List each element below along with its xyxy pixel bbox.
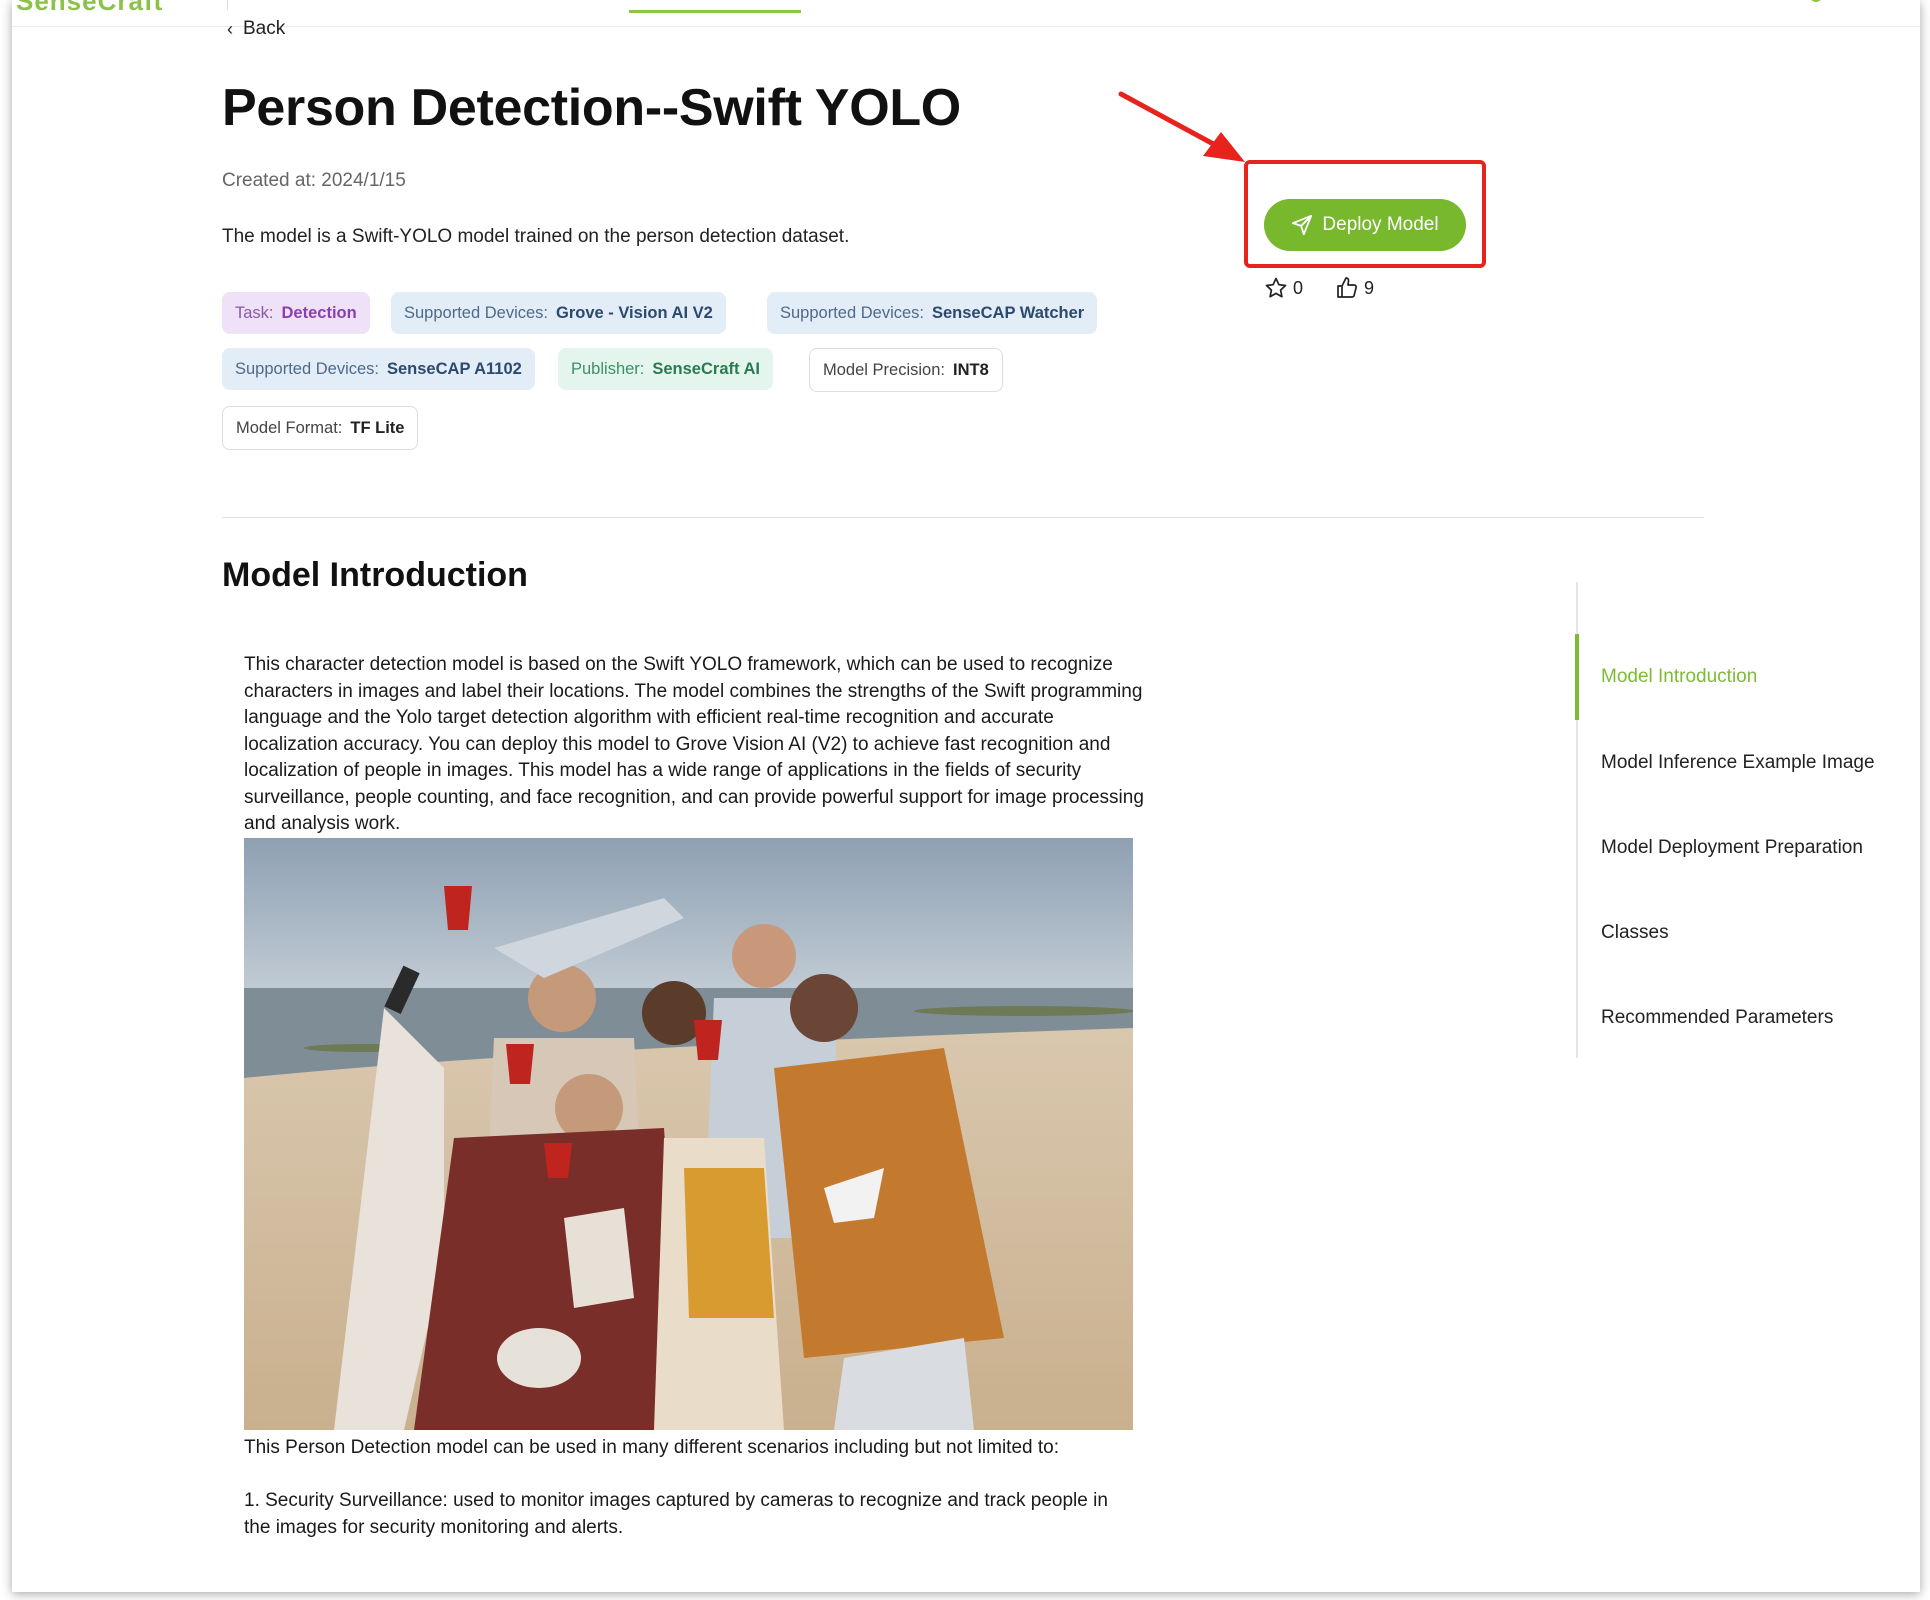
back-link[interactable]: ‹ Back (227, 18, 285, 40)
tag-key: Model Precision: (823, 360, 945, 379)
nav-divider (227, 0, 228, 10)
tag-value: SenseCraft AI (652, 359, 760, 378)
page-title: Person Detection--Swift YOLO (222, 79, 961, 137)
section-title: Model Introduction (222, 556, 528, 594)
tag-value: SenseCAP A1102 (387, 359, 522, 378)
tag-key: Publisher: (571, 359, 645, 378)
toc-item-recommended-parameters[interactable]: Recommended Parameters (1578, 975, 1918, 1061)
example-photo (244, 838, 1133, 1430)
tag-value: INT8 (952, 360, 989, 379)
tag-device-grove: Supported Devices: Grove - Vision AI V2 (391, 292, 726, 334)
usage-section: This Person Detection model can be used … (244, 1435, 1124, 1541)
tag-value: Detection (281, 303, 357, 322)
tag-value: SenseCAP Watcher (932, 303, 1085, 322)
tag-device-a1102: Supported Devices: SenseCAP A1102 (222, 348, 535, 390)
annotation-arrow-icon (1118, 91, 1245, 162)
star-icon (1265, 277, 1287, 298)
toc-item-model-introduction[interactable]: Model Introduction (1575, 634, 1915, 720)
tag-key: Supported Devices: (404, 303, 548, 322)
tag-value: TF Lite (350, 418, 405, 437)
table-of-contents: Model Introduction Model Inference Examp… (1575, 582, 1920, 1061)
tag-task: Task: Detection (222, 292, 370, 334)
tag-precision: Model Precision: INT8 (809, 348, 1003, 392)
intro-paragraph: This character detection model is based … (244, 654, 1144, 834)
logo[interactable]: SenseCraft (16, 0, 163, 17)
model-stats: 0 9 (1264, 276, 1374, 300)
tag-key: Task: (235, 303, 274, 322)
back-label: Back (243, 18, 286, 39)
tag-value: Grove - Vision AI V2 (556, 303, 713, 322)
tag-key: Supported Devices: (780, 303, 924, 322)
send-icon (1292, 214, 1313, 236)
tag-key: Supported Devices: (235, 359, 379, 378)
tag-publisher: Publisher: SenseCraft AI (558, 348, 773, 390)
browser-window: SenseCraft ‹ Back Person Detection--Swif… (12, 0, 1920, 1592)
tag-key: Model Format: (236, 418, 343, 437)
created-date: Created at: 2024/1/15 (222, 170, 406, 191)
toc-item-deployment-preparation[interactable]: Model Deployment Preparation (1578, 805, 1918, 891)
like-button[interactable]: 9 (1335, 276, 1374, 300)
section-divider (222, 517, 1704, 518)
favorite-button[interactable]: 0 (1264, 276, 1303, 300)
toc-item-classes[interactable]: Classes (1578, 890, 1918, 976)
thumbs-up-icon (1337, 277, 1358, 298)
usage-item-1: 1. Security Surveillance: used to monito… (244, 1490, 1108, 1538)
top-navigation: SenseCraft (12, 0, 1920, 27)
favorite-count: 0 (1293, 277, 1304, 298)
tag-device-watcher: Supported Devices: SenseCAP Watcher (767, 292, 1098, 334)
like-count: 9 (1364, 277, 1375, 298)
usage-paragraph: This Person Detection model can be used … (244, 1437, 1059, 1458)
toc-item-inference-example[interactable]: Model Inference Example Image (1578, 720, 1918, 806)
deploy-label: Deploy Model (1322, 214, 1439, 235)
deploy-model-button[interactable]: Deploy Model (1264, 199, 1466, 251)
user-avatar[interactable] (1810, 0, 1822, 2)
chevron-left-icon: ‹ (227, 18, 233, 39)
tag-format: Model Format: TF Lite (222, 406, 419, 450)
model-description: The model is a Swift-YOLO model trained … (222, 226, 850, 247)
active-tab-indicator (629, 10, 801, 13)
